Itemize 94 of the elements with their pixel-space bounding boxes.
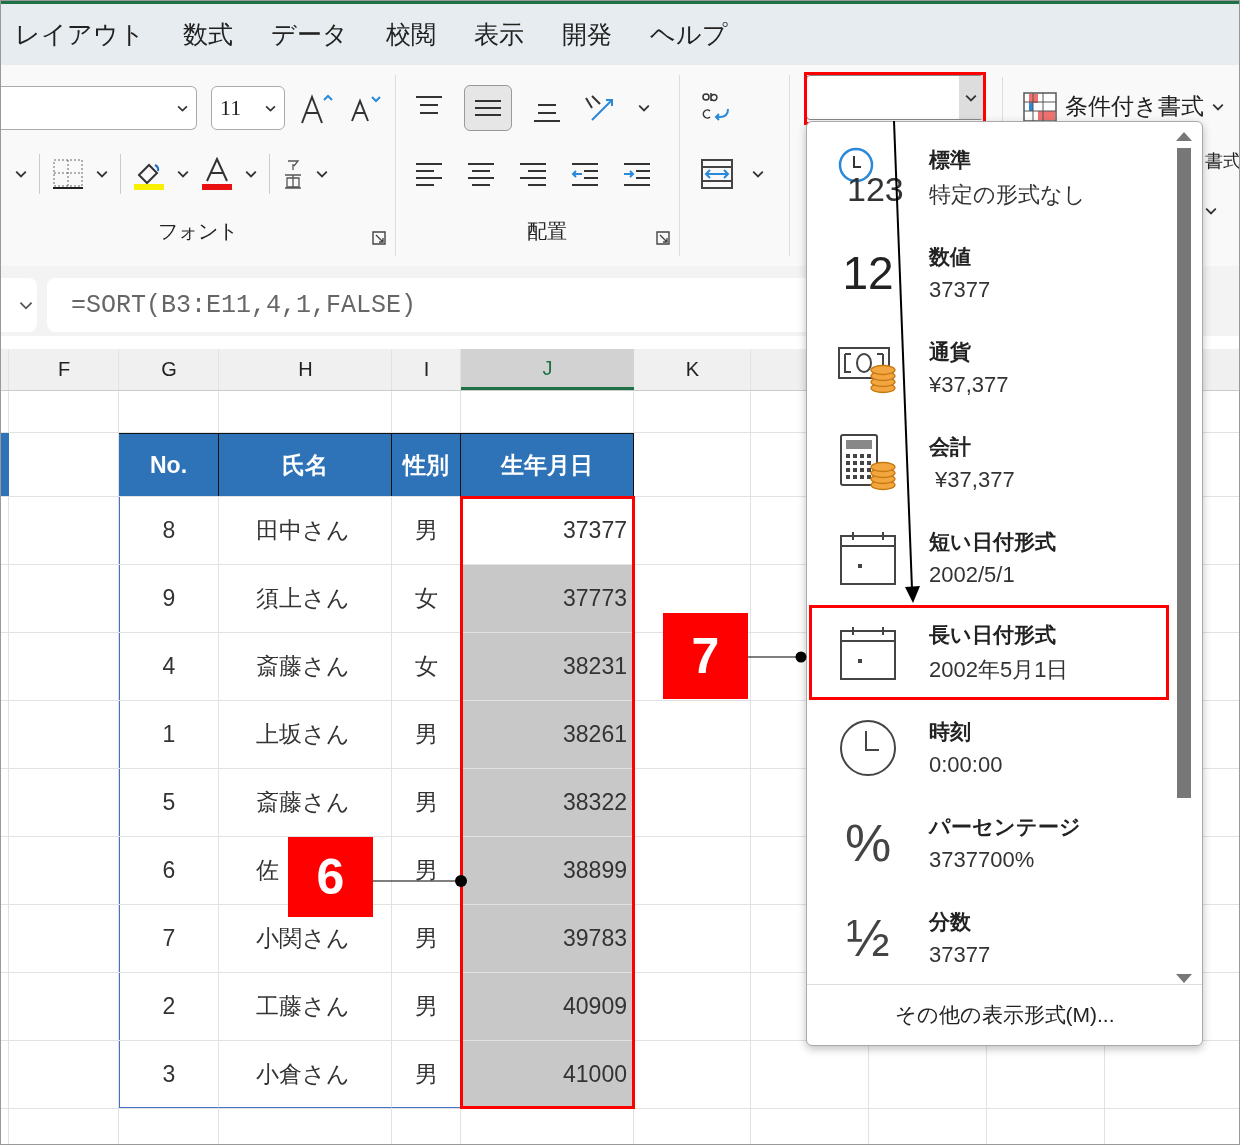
gender-cell: 男 [392,1041,461,1108]
percent-icon: % [844,812,892,873]
birthdate-cell: 39783 [461,905,634,972]
caret-icon[interactable] [1205,207,1217,215]
clock-icon [839,718,897,777]
gender-cell: 女 [392,565,461,632]
birthdate-cell: 40909 [461,973,634,1040]
caret-icon [177,104,188,112]
calendar-icon [839,529,897,586]
name-cell: 上坂さん [219,701,392,768]
table-header: 性別 [392,433,461,496]
number-format-icon: 12 [842,245,894,300]
font-color-icon[interactable] [201,157,233,191]
ribbon-tab[interactable]: データ [271,18,348,51]
caret-icon[interactable] [752,170,764,178]
number-cell: 8 [119,497,219,564]
fraction-icon: ½ [846,907,890,968]
gender-cell: 男 [392,497,461,564]
format-option[interactable]: ½ 分数 37377 [807,890,1167,985]
caret-icon[interactable] [316,170,328,178]
number-cell: 6 [119,837,219,904]
scrollbar-thumb[interactable] [1177,148,1191,798]
caret-icon[interactable] [15,170,27,178]
table-header: 氏名 [219,433,392,496]
ribbon-tab[interactable]: 校閲 [386,18,436,51]
scroll-up-icon[interactable] [1175,130,1193,142]
dialog-launcher-icon[interactable] [655,230,671,246]
column-header[interactable]: G [119,349,219,390]
gender-cell: 女 [392,633,461,700]
ribbon-tab[interactable]: 表示 [474,18,524,51]
column-header[interactable]: J [461,349,634,390]
number-cell: 4 [119,633,219,700]
name-cell: 田中さん [219,497,392,564]
format-option[interactable]: % パーセンテージ 3737700% [807,795,1167,890]
calendar-icon [839,624,897,681]
format-option[interactable]: 会計 ¥37,377 [807,415,1167,510]
dialog-launcher-icon[interactable] [371,230,387,246]
leader-line [746,651,807,663]
birthdate-cell: 37377 [461,497,634,564]
number-cell: 9 [119,565,219,632]
merge-center-icon[interactable] [700,158,734,190]
calculator-coins-icon [837,432,899,493]
caret-icon[interactable] [245,170,257,178]
more-formats-link[interactable]: その他の表示形式(M)... [807,984,1202,1045]
number-cell: 1 [119,701,219,768]
group-label: 配置 [526,219,567,244]
number-cell: 7 [119,905,219,972]
caret-icon[interactable] [177,170,189,178]
caret-icon [265,104,276,112]
name-cell: 工藤さん [219,973,392,1040]
name-cell: 斎藤さん [219,769,392,836]
format-option[interactable]: 時刻 0:00:00 [807,700,1167,795]
table-header [1,433,9,496]
birthdate-cell: 41000 [461,1041,634,1108]
ribbon-tab[interactable]: レイアウト [15,18,145,51]
birthdate-cell: 38899 [461,837,634,904]
name-cell: 斎藤さん [219,633,392,700]
column-header[interactable]: K [634,349,751,390]
column-header[interactable]: H [219,349,392,390]
step-badge: 7 [663,613,748,699]
birthdate-cell: 38231 [461,633,634,700]
number-cell: 2 [119,973,219,1040]
column-header[interactable]: F [9,349,119,390]
table-header: No. [119,433,219,496]
name-cell: 小倉さん [219,1041,392,1108]
caret-icon[interactable] [638,104,650,112]
number-cell: 3 [119,1041,219,1108]
format-option[interactable]: 長い日付形式 2002年5月1日 [809,605,1169,700]
font-size-dropdown[interactable]: 11 [211,86,285,130]
caret-icon[interactable] [96,170,108,178]
scroll-down-icon[interactable] [1175,973,1193,985]
caret-icon [965,93,977,102]
ribbon-tab[interactable]: 開発 [562,18,612,51]
gender-cell: 男 [392,701,461,768]
column-header[interactable]: I [392,349,461,390]
format-option[interactable]: 短い日付形式 2002/5/1 [807,510,1167,605]
decrease-font-icon[interactable] [349,93,383,123]
birthdate-cell: 38261 [461,701,634,768]
middle-align-button[interactable] [464,85,512,131]
table-header: 生年月日 [461,433,634,496]
gender-cell: 男 [392,769,461,836]
phonetic-icon[interactable] [282,158,304,190]
group-label: フォント [158,219,238,244]
birthdate-cell: 37773 [461,565,634,632]
gender-cell: 男 [392,973,461,1040]
birthdate-cell: 38322 [461,769,634,836]
ribbon-tab[interactable]: 数式 [183,18,233,51]
name-cell: 須上さん [219,565,392,632]
borders-icon[interactable] [52,158,84,190]
caret-icon [1212,102,1224,111]
ribbon-tab[interactable]: ヘルプ [650,18,728,51]
gender-cell: 男 [392,905,461,972]
step-badge: 6 [288,837,373,917]
number-cell: 5 [119,769,219,836]
